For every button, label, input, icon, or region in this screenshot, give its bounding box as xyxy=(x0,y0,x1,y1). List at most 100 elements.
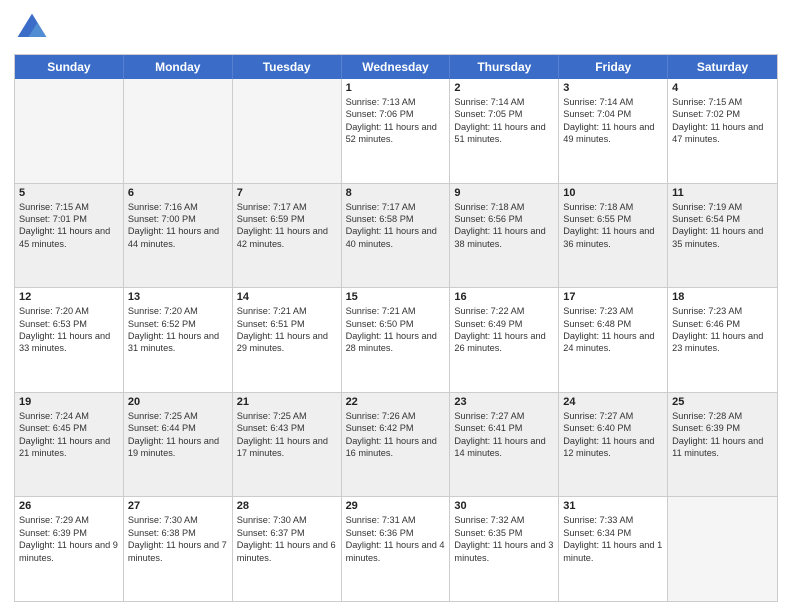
daylight-line: Daylight: 11 hours and 40 minutes. xyxy=(346,225,446,250)
day-number: 10 xyxy=(563,187,663,199)
cal-cell-21: 21 Sunrise: 7:25 AM Sunset: 6:43 PM Dayl… xyxy=(233,393,342,497)
daylight-line: Daylight: 11 hours and 24 minutes. xyxy=(563,330,663,355)
day-header-thursday: Thursday xyxy=(450,55,559,79)
day-number: 25 xyxy=(672,396,773,408)
cal-cell-26: 26 Sunrise: 7:29 AM Sunset: 6:39 PM Dayl… xyxy=(15,497,124,601)
cal-cell-31: 31 Sunrise: 7:33 AM Sunset: 6:34 PM Dayl… xyxy=(559,497,668,601)
day-header-friday: Friday xyxy=(559,55,668,79)
sunrise-line: Sunrise: 7:32 AM xyxy=(454,514,554,526)
sunset-line: Sunset: 6:58 PM xyxy=(346,213,446,225)
page: SundayMondayTuesdayWednesdayThursdayFrid… xyxy=(0,0,792,612)
cal-cell-empty xyxy=(15,79,124,183)
day-number: 16 xyxy=(454,291,554,303)
sunset-line: Sunset: 6:34 PM xyxy=(563,527,663,539)
sunset-line: Sunset: 7:00 PM xyxy=(128,213,228,225)
header xyxy=(14,10,778,46)
sunrise-line: Sunrise: 7:26 AM xyxy=(346,410,446,422)
cal-cell-6: 6 Sunrise: 7:16 AM Sunset: 7:00 PM Dayli… xyxy=(124,184,233,288)
sunrise-line: Sunrise: 7:17 AM xyxy=(237,201,337,213)
cal-cell-empty xyxy=(124,79,233,183)
sunrise-line: Sunrise: 7:13 AM xyxy=(346,96,446,108)
sunrise-line: Sunrise: 7:23 AM xyxy=(563,305,663,317)
sunset-line: Sunset: 6:38 PM xyxy=(128,527,228,539)
day-number: 31 xyxy=(563,500,663,512)
day-number: 18 xyxy=(672,291,773,303)
day-number: 8 xyxy=(346,187,446,199)
daylight-line: Daylight: 11 hours and 38 minutes. xyxy=(454,225,554,250)
daylight-line: Daylight: 11 hours and 33 minutes. xyxy=(19,330,119,355)
cal-cell-23: 23 Sunrise: 7:27 AM Sunset: 6:41 PM Dayl… xyxy=(450,393,559,497)
daylight-line: Daylight: 11 hours and 14 minutes. xyxy=(454,435,554,460)
daylight-line: Daylight: 11 hours and 19 minutes. xyxy=(128,435,228,460)
day-number: 20 xyxy=(128,396,228,408)
sunrise-line: Sunrise: 7:18 AM xyxy=(454,201,554,213)
logo xyxy=(14,10,54,46)
sunset-line: Sunset: 6:35 PM xyxy=(454,527,554,539)
day-number: 4 xyxy=(672,82,773,94)
cal-cell-5: 5 Sunrise: 7:15 AM Sunset: 7:01 PM Dayli… xyxy=(15,184,124,288)
cal-cell-29: 29 Sunrise: 7:31 AM Sunset: 6:36 PM Dayl… xyxy=(342,497,451,601)
daylight-line: Daylight: 11 hours and 49 minutes. xyxy=(563,121,663,146)
day-number: 28 xyxy=(237,500,337,512)
sunrise-line: Sunrise: 7:22 AM xyxy=(454,305,554,317)
sunrise-line: Sunrise: 7:21 AM xyxy=(346,305,446,317)
daylight-line: Daylight: 11 hours and 29 minutes. xyxy=(237,330,337,355)
cal-cell-3: 3 Sunrise: 7:14 AM Sunset: 7:04 PM Dayli… xyxy=(559,79,668,183)
day-number: 15 xyxy=(346,291,446,303)
sunset-line: Sunset: 6:42 PM xyxy=(346,422,446,434)
sunrise-line: Sunrise: 7:28 AM xyxy=(672,410,773,422)
daylight-line: Daylight: 11 hours and 16 minutes. xyxy=(346,435,446,460)
cal-cell-empty xyxy=(233,79,342,183)
sunset-line: Sunset: 6:55 PM xyxy=(563,213,663,225)
sunrise-line: Sunrise: 7:21 AM xyxy=(237,305,337,317)
sunset-line: Sunset: 6:43 PM xyxy=(237,422,337,434)
sunset-line: Sunset: 6:56 PM xyxy=(454,213,554,225)
day-number: 23 xyxy=(454,396,554,408)
sunrise-line: Sunrise: 7:31 AM xyxy=(346,514,446,526)
sunset-line: Sunset: 6:50 PM xyxy=(346,318,446,330)
day-number: 30 xyxy=(454,500,554,512)
sunrise-line: Sunrise: 7:15 AM xyxy=(672,96,773,108)
day-header-wednesday: Wednesday xyxy=(342,55,451,79)
sunrise-line: Sunrise: 7:19 AM xyxy=(672,201,773,213)
cal-cell-1: 1 Sunrise: 7:13 AM Sunset: 7:06 PM Dayli… xyxy=(342,79,451,183)
cal-cell-9: 9 Sunrise: 7:18 AM Sunset: 6:56 PM Dayli… xyxy=(450,184,559,288)
calendar-row-4: 26 Sunrise: 7:29 AM Sunset: 6:39 PM Dayl… xyxy=(15,496,777,601)
sunset-line: Sunset: 6:49 PM xyxy=(454,318,554,330)
day-number: 11 xyxy=(672,187,773,199)
sunset-line: Sunset: 6:44 PM xyxy=(128,422,228,434)
daylight-line: Daylight: 11 hours and 26 minutes. xyxy=(454,330,554,355)
sunrise-line: Sunrise: 7:29 AM xyxy=(19,514,119,526)
daylight-line: Daylight: 11 hours and 45 minutes. xyxy=(19,225,119,250)
sunrise-line: Sunrise: 7:23 AM xyxy=(672,305,773,317)
cal-cell-13: 13 Sunrise: 7:20 AM Sunset: 6:52 PM Dayl… xyxy=(124,288,233,392)
cal-cell-7: 7 Sunrise: 7:17 AM Sunset: 6:59 PM Dayli… xyxy=(233,184,342,288)
cal-cell-18: 18 Sunrise: 7:23 AM Sunset: 6:46 PM Dayl… xyxy=(668,288,777,392)
daylight-line: Daylight: 11 hours and 7 minutes. xyxy=(128,539,228,564)
sunset-line: Sunset: 6:52 PM xyxy=(128,318,228,330)
sunset-line: Sunset: 6:53 PM xyxy=(19,318,119,330)
day-number: 17 xyxy=(563,291,663,303)
cal-cell-22: 22 Sunrise: 7:26 AM Sunset: 6:42 PM Dayl… xyxy=(342,393,451,497)
sunrise-line: Sunrise: 7:20 AM xyxy=(19,305,119,317)
calendar-row-0: 1 Sunrise: 7:13 AM Sunset: 7:06 PM Dayli… xyxy=(15,79,777,183)
daylight-line: Daylight: 11 hours and 42 minutes. xyxy=(237,225,337,250)
day-header-sunday: Sunday xyxy=(15,55,124,79)
day-number: 24 xyxy=(563,396,663,408)
day-number: 6 xyxy=(128,187,228,199)
daylight-line: Daylight: 11 hours and 35 minutes. xyxy=(672,225,773,250)
sunrise-line: Sunrise: 7:30 AM xyxy=(237,514,337,526)
sunset-line: Sunset: 6:54 PM xyxy=(672,213,773,225)
cal-cell-19: 19 Sunrise: 7:24 AM Sunset: 6:45 PM Dayl… xyxy=(15,393,124,497)
logo-icon xyxy=(14,10,50,46)
daylight-line: Daylight: 11 hours and 52 minutes. xyxy=(346,121,446,146)
cal-cell-2: 2 Sunrise: 7:14 AM Sunset: 7:05 PM Dayli… xyxy=(450,79,559,183)
cal-cell-10: 10 Sunrise: 7:18 AM Sunset: 6:55 PM Dayl… xyxy=(559,184,668,288)
sunset-line: Sunset: 6:48 PM xyxy=(563,318,663,330)
cal-cell-empty xyxy=(668,497,777,601)
cal-cell-20: 20 Sunrise: 7:25 AM Sunset: 6:44 PM Dayl… xyxy=(124,393,233,497)
daylight-line: Daylight: 11 hours and 51 minutes. xyxy=(454,121,554,146)
sunset-line: Sunset: 6:46 PM xyxy=(672,318,773,330)
daylight-line: Daylight: 11 hours and 6 minutes. xyxy=(237,539,337,564)
sunrise-line: Sunrise: 7:16 AM xyxy=(128,201,228,213)
